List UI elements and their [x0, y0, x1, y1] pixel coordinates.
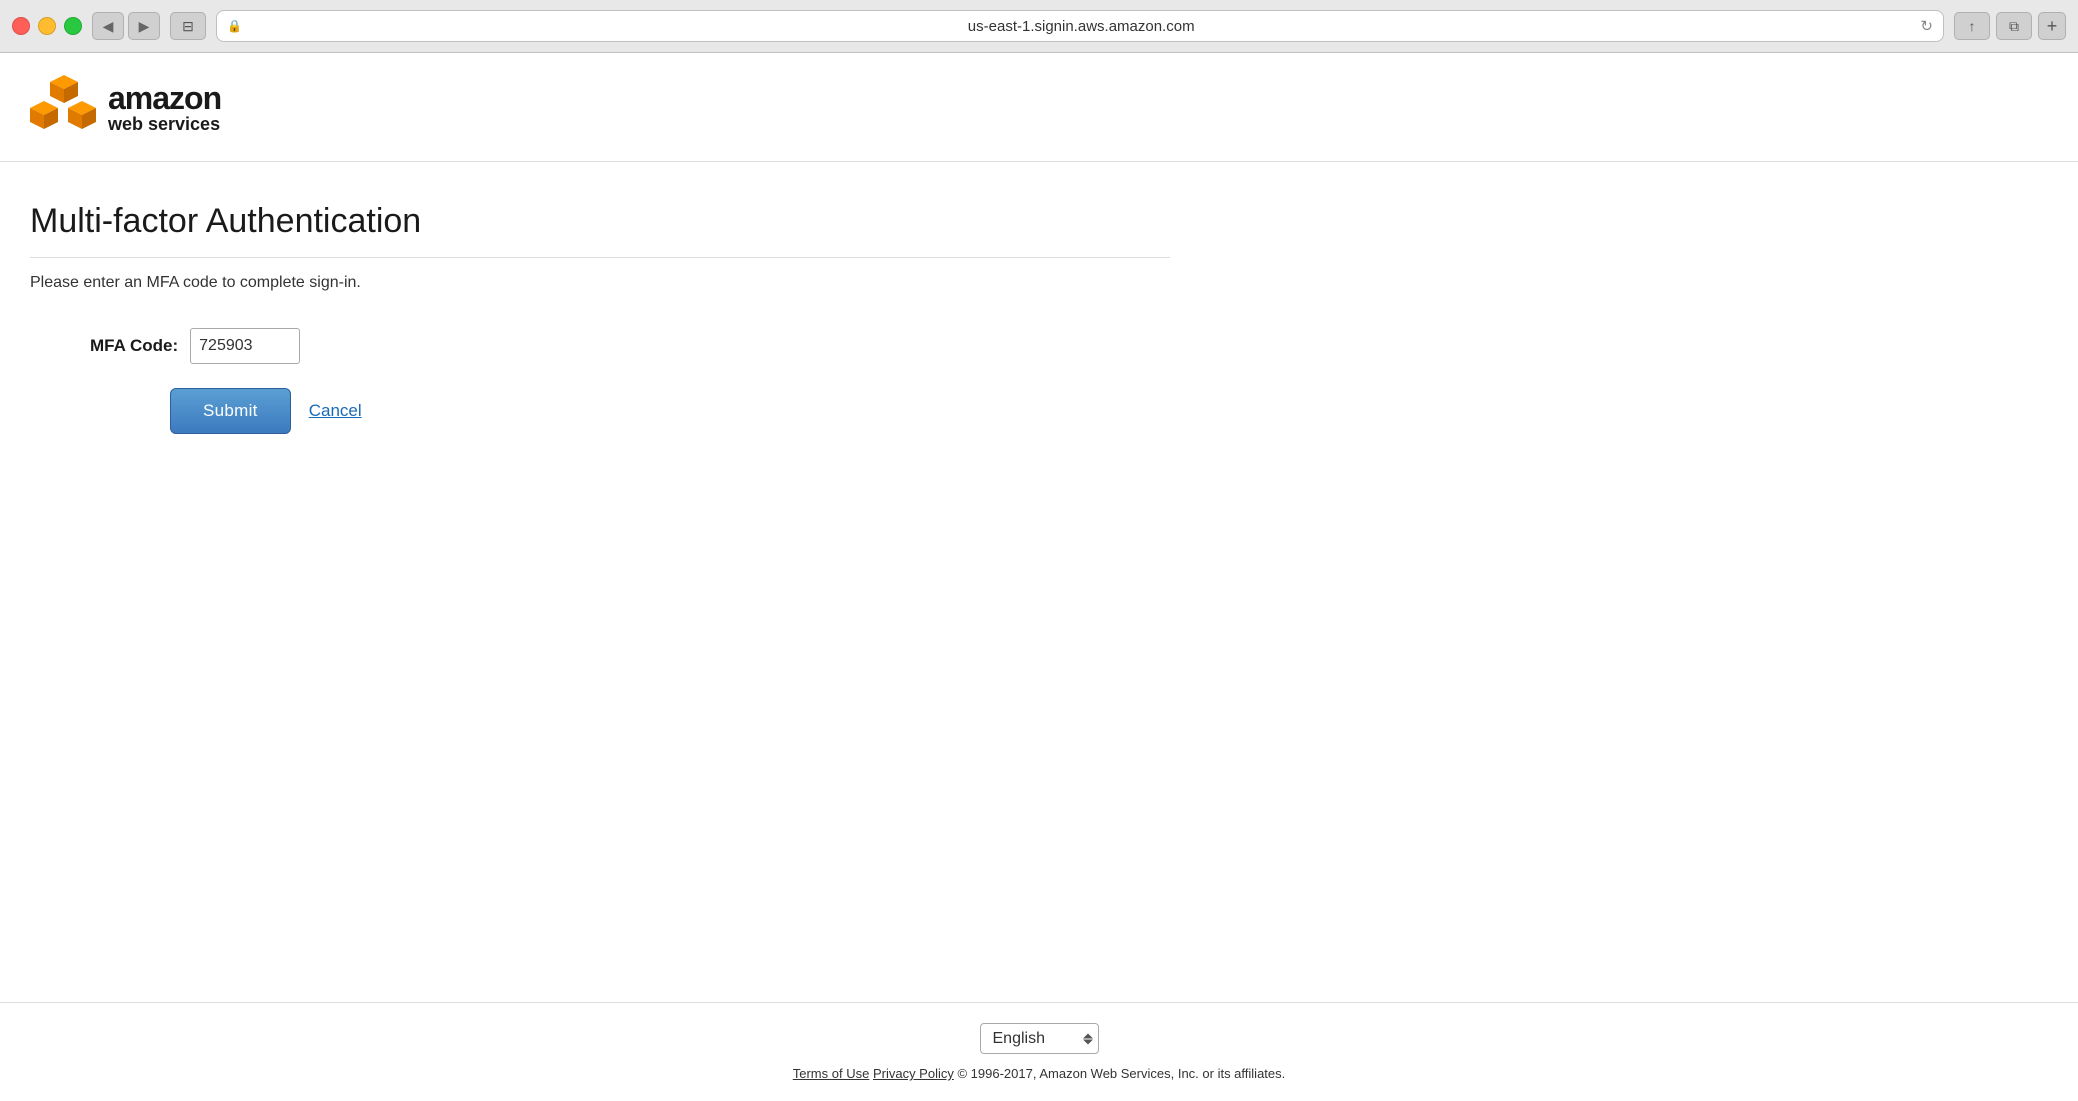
copyright-text: © 1996-2017, Amazon Web Services, Inc. o…	[954, 1066, 1285, 1081]
sidebar-icon: ⊟	[182, 18, 194, 35]
new-tab-button[interactable]: +	[2038, 12, 2066, 40]
mfa-code-input[interactable]	[190, 328, 300, 364]
cancel-link[interactable]: Cancel	[309, 401, 362, 421]
address-bar[interactable]: 🔒 us-east-1.signin.aws.amazon.com ↻	[216, 10, 1944, 42]
maximize-window-button[interactable]	[64, 17, 82, 35]
mfa-code-label: MFA Code:	[90, 336, 178, 356]
tab-overview-button[interactable]: ⧉	[1996, 12, 2032, 40]
terms-of-use-link[interactable]: Terms of Use	[793, 1066, 870, 1081]
page-title: Multi-factor Authentication	[30, 202, 1170, 258]
page-footer: English Español Français Deutsch 日本語 한국어…	[0, 1002, 2078, 1101]
button-row: Submit Cancel	[90, 388, 1170, 434]
footer-legal: Terms of Use Privacy Policy © 1996-2017,…	[793, 1066, 1286, 1081]
page-header: amazon web services	[0, 53, 2078, 162]
reload-button[interactable]: ↻	[1920, 17, 1933, 35]
page-main: Multi-factor Authentication Please enter…	[0, 162, 1200, 1002]
tab-overview-icon: ⧉	[2009, 18, 2019, 35]
forward-icon: ▶	[139, 18, 150, 35]
page-subtitle: Please enter an MFA code to complete sig…	[30, 274, 1170, 292]
nav-buttons: ◀ ▶	[92, 12, 160, 40]
submit-button[interactable]: Submit	[170, 388, 291, 434]
mfa-form: MFA Code: Submit Cancel	[30, 328, 1170, 434]
sidebar-toggle-button[interactable]: ⊟	[170, 12, 206, 40]
browser-content: amazon web services Multi-factor Authent…	[0, 53, 2078, 1101]
language-selector-wrapper: English Español Français Deutsch 日本語 한국어…	[980, 1023, 1099, 1054]
traffic-lights	[12, 17, 82, 35]
browser-chrome: ◀ ▶ ⊟ 🔒 us-east-1.signin.aws.amazon.com …	[0, 0, 2078, 53]
privacy-policy-link[interactable]: Privacy Policy	[873, 1066, 954, 1081]
aws-webservices-label: web services	[108, 114, 221, 136]
back-button[interactable]: ◀	[92, 12, 124, 40]
share-icon: ↑	[1969, 18, 1976, 34]
plus-icon: +	[2047, 16, 2058, 37]
browser-actions: ↑ ⧉ +	[1954, 12, 2066, 40]
aws-logo: amazon web services	[30, 75, 2048, 143]
forward-button[interactable]: ▶	[128, 12, 160, 40]
minimize-window-button[interactable]	[38, 17, 56, 35]
aws-amazon-label: amazon	[108, 82, 221, 114]
url-text: us-east-1.signin.aws.amazon.com	[248, 18, 1914, 35]
share-button[interactable]: ↑	[1954, 12, 1990, 40]
language-select[interactable]: English Español Français Deutsch 日本語 한국어…	[980, 1023, 1099, 1054]
aws-text: amazon web services	[108, 82, 221, 136]
mfa-code-row: MFA Code:	[90, 328, 1170, 364]
back-icon: ◀	[103, 18, 114, 35]
aws-cubes-icon	[30, 75, 98, 143]
lock-icon: 🔒	[227, 19, 242, 33]
close-window-button[interactable]	[12, 17, 30, 35]
